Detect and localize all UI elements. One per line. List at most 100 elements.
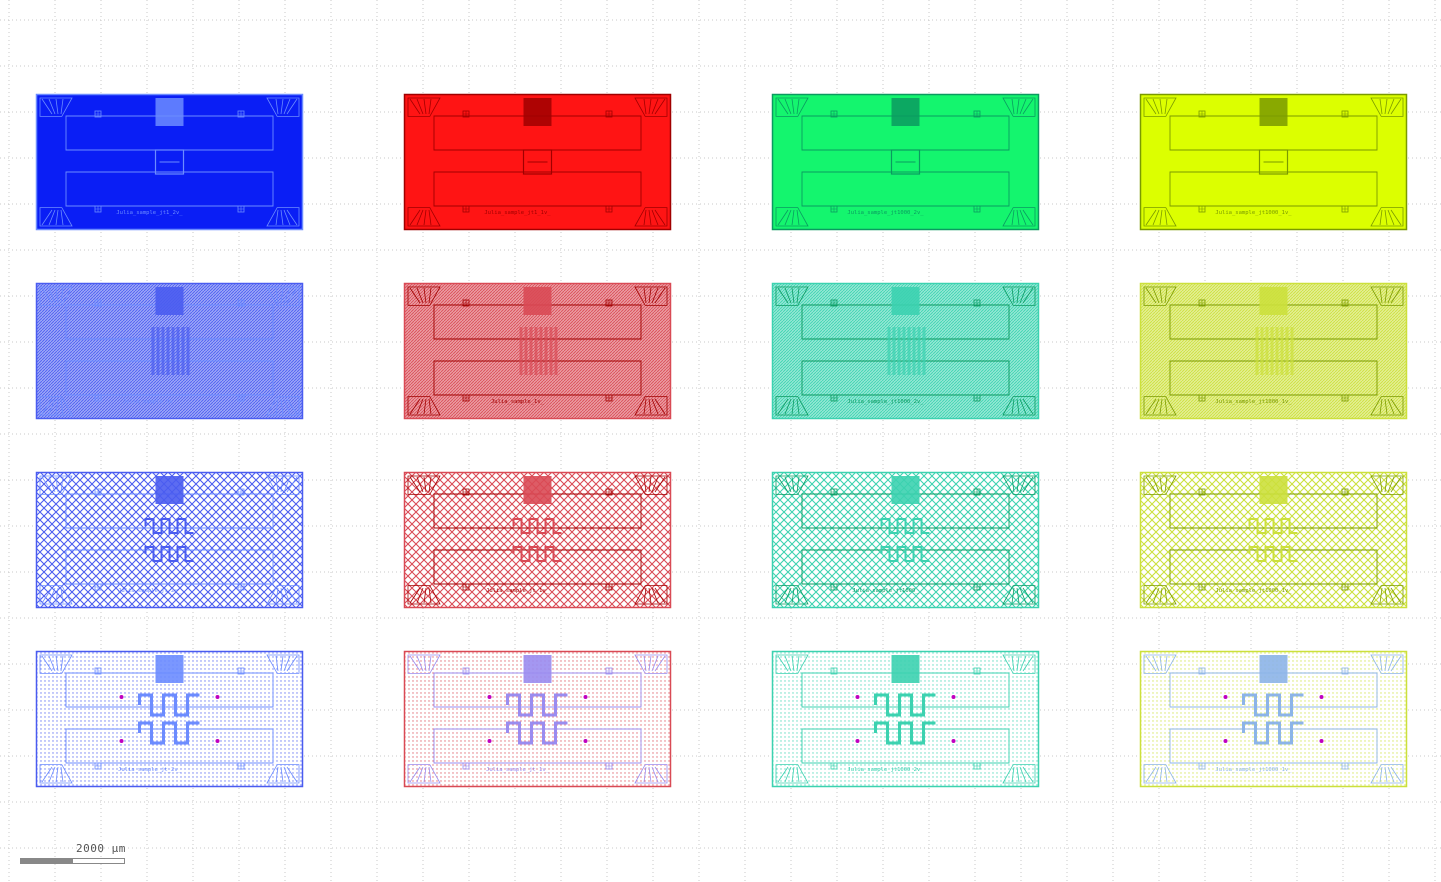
via-marker: [487, 695, 492, 699]
chip-label: Julia_sample_jt1000_2v_: [847, 210, 924, 216]
chip-label: Julia_sample_jt_1v_: [486, 588, 550, 594]
chip-r0c3[interactable]: Julia_sample_jt1000_1v_: [1139, 93, 1408, 231]
meander-resonator: [880, 546, 930, 562]
resonator-bar: [181, 327, 185, 375]
chip-label: Julia_sample_2v_: [123, 399, 177, 405]
resonator-bar: [161, 327, 165, 375]
resonator-bar: [1280, 327, 1284, 375]
scale-bar-track: [20, 858, 125, 864]
chip-label: Julia_sample_jt_2v_: [118, 767, 182, 773]
chip-r3c0[interactable]: Julia_sample_jt_2v_: [35, 650, 304, 788]
via-marker: [1223, 695, 1228, 699]
scale-bar-fill: [21, 859, 73, 863]
chip-r1c3[interactable]: Julia_sample_jt1000_1v_: [1139, 282, 1408, 420]
chip-r2c2[interactable]: Julia_sample_jt1000_: [771, 471, 1040, 609]
chip-label: Julia_sample_jt1000_1v_: [1215, 588, 1292, 594]
resonator-bar: [171, 327, 175, 375]
chip-array[interactable]: Julia_sample_jt1_2v_ Julia_sample_jt1_1v_…: [35, 93, 1408, 788]
center-bond-pad: [891, 655, 920, 683]
resonator-bar: [1255, 327, 1259, 375]
center-bond-pad: [155, 476, 184, 504]
scale-bar: 2000 µm: [20, 842, 140, 872]
resonator-bar: [1260, 327, 1264, 375]
center-bond-pad: [523, 98, 552, 126]
via-marker: [855, 739, 860, 743]
chip-label: Julia_sample_jt_2v_: [118, 588, 182, 594]
via-marker: [119, 739, 124, 743]
center-bond-pad: [523, 287, 552, 315]
chip-label: Julia_sample_jt1000_2v_: [847, 767, 924, 773]
center-bond-pad: [891, 476, 920, 504]
resonator-bar: [1285, 327, 1289, 375]
resonator-bar: [887, 327, 891, 375]
via-marker: [1319, 739, 1324, 743]
resonator-bar: [156, 327, 160, 375]
scale-bar-label: 2000 µm: [76, 842, 126, 855]
chip-r3c2[interactable]: Julia_sample_jt1000_2v_: [771, 650, 1040, 788]
resonator-bar: [549, 327, 553, 375]
resonator-bar: [1290, 327, 1294, 375]
meander-resonator: [144, 546, 194, 562]
resonator-bar: [897, 327, 901, 375]
meander-resonator: [1248, 518, 1298, 534]
resonator-bar: [1265, 327, 1269, 375]
chip-label: Julia_sample_jt1000_2v_: [847, 399, 924, 405]
center-bond-pad: [523, 476, 552, 504]
center-bond-pad: [891, 98, 920, 126]
chip-label: Julia_sample_jt1000_1v_: [1215, 767, 1292, 773]
chip-r0c0[interactable]: Julia_sample_jt1_2v_: [35, 93, 304, 231]
resonator-bar: [534, 327, 538, 375]
chip-r1c2[interactable]: Julia_sample_jt1000_2v_: [771, 282, 1040, 420]
chip-label: Julia_sample_jt1000_1v_: [1215, 399, 1292, 405]
chip-r0c2[interactable]: Julia_sample_jt1000_2v_: [771, 93, 1040, 231]
via-marker: [951, 695, 956, 699]
resonator-bar: [902, 327, 906, 375]
via-marker: [583, 739, 588, 743]
center-bond-pad: [891, 287, 920, 315]
via-marker: [215, 695, 220, 699]
resonator-bar: [907, 327, 911, 375]
center-bond-pad: [1259, 476, 1288, 504]
via-marker: [215, 739, 220, 743]
resonator-bar: [917, 327, 921, 375]
chip-label: Julia_sample_jt1_2v_: [116, 210, 183, 216]
resonator-bar: [922, 327, 926, 375]
via-marker: [1319, 695, 1324, 699]
meander-resonator: [144, 518, 194, 534]
chip-r3c3[interactable]: Julia_sample_jt1000_1v_: [1139, 650, 1408, 788]
chip-label: Julia_sample_jt1000_: [852, 588, 919, 594]
chip-label: Julia_sample_jt_1v_: [486, 767, 550, 773]
resonator-bar: [539, 327, 543, 375]
center-bond-pad: [1259, 287, 1288, 315]
via-marker: [951, 739, 956, 743]
layout-canvas[interactable]: Julia_sample_jt1_2v_ Julia_sample_jt1_1v_…: [0, 0, 1441, 882]
resonator-bar: [529, 327, 533, 375]
meander-resonator: [880, 518, 930, 534]
chip-label: Julia_sample_jt1000_1v_: [1215, 210, 1292, 216]
chip-r3c1[interactable]: Julia_sample_jt_1v_: [403, 650, 672, 788]
center-bond-pad: [155, 655, 184, 683]
resonator-bar: [166, 327, 170, 375]
resonator-bar: [524, 327, 528, 375]
chip-r1c0[interactable]: Julia_sample_2v_: [35, 282, 304, 420]
chip-label: Julia_sample_1v_: [491, 399, 545, 405]
resonator-bar: [186, 327, 190, 375]
meander-resonator: [512, 546, 562, 562]
chip-r2c1[interactable]: Julia_sample_jt_1v_: [403, 471, 672, 609]
resonator-bar: [1275, 327, 1279, 375]
chip-r2c3[interactable]: Julia_sample_jt1000_1v_: [1139, 471, 1408, 609]
chip-label: Julia_sample_jt1_1v_: [484, 210, 551, 216]
chip-r2c0[interactable]: Julia_sample_jt_2v_: [35, 471, 304, 609]
center-bond-pad: [155, 287, 184, 315]
center-bond-pad: [523, 655, 552, 683]
chip-r0c1[interactable]: Julia_sample_jt1_1v_: [403, 93, 672, 231]
chip-r1c1[interactable]: Julia_sample_1v_: [403, 282, 672, 420]
center-bond-pad: [1259, 98, 1288, 126]
resonator-bar: [554, 327, 558, 375]
center-bond-pad: [155, 98, 184, 126]
resonator-bar: [544, 327, 548, 375]
resonator-bar: [151, 327, 155, 375]
center-bond-pad: [1259, 655, 1288, 683]
meander-resonator: [512, 518, 562, 534]
meander-resonator: [1248, 546, 1298, 562]
